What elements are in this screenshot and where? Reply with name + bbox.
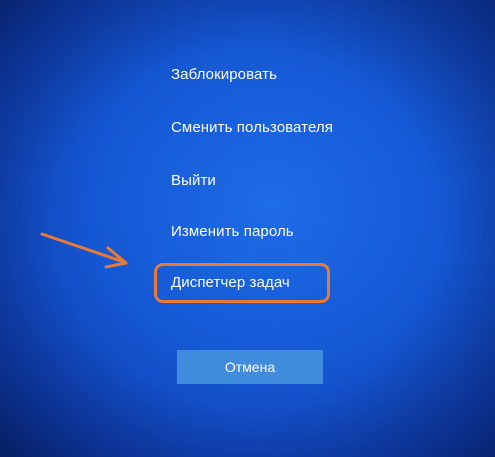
switch-user-option[interactable]: Сменить пользователя — [171, 119, 333, 136]
change-password-option[interactable]: Изменить пароль — [171, 223, 294, 240]
cancel-button[interactable]: Отмена — [177, 350, 323, 384]
task-manager-highlight-box — [154, 263, 330, 303]
sign-out-option[interactable]: Выйти — [171, 172, 216, 189]
orange-arrow-annotation — [40, 232, 128, 269]
lock-option[interactable]: Заблокировать — [171, 66, 277, 83]
